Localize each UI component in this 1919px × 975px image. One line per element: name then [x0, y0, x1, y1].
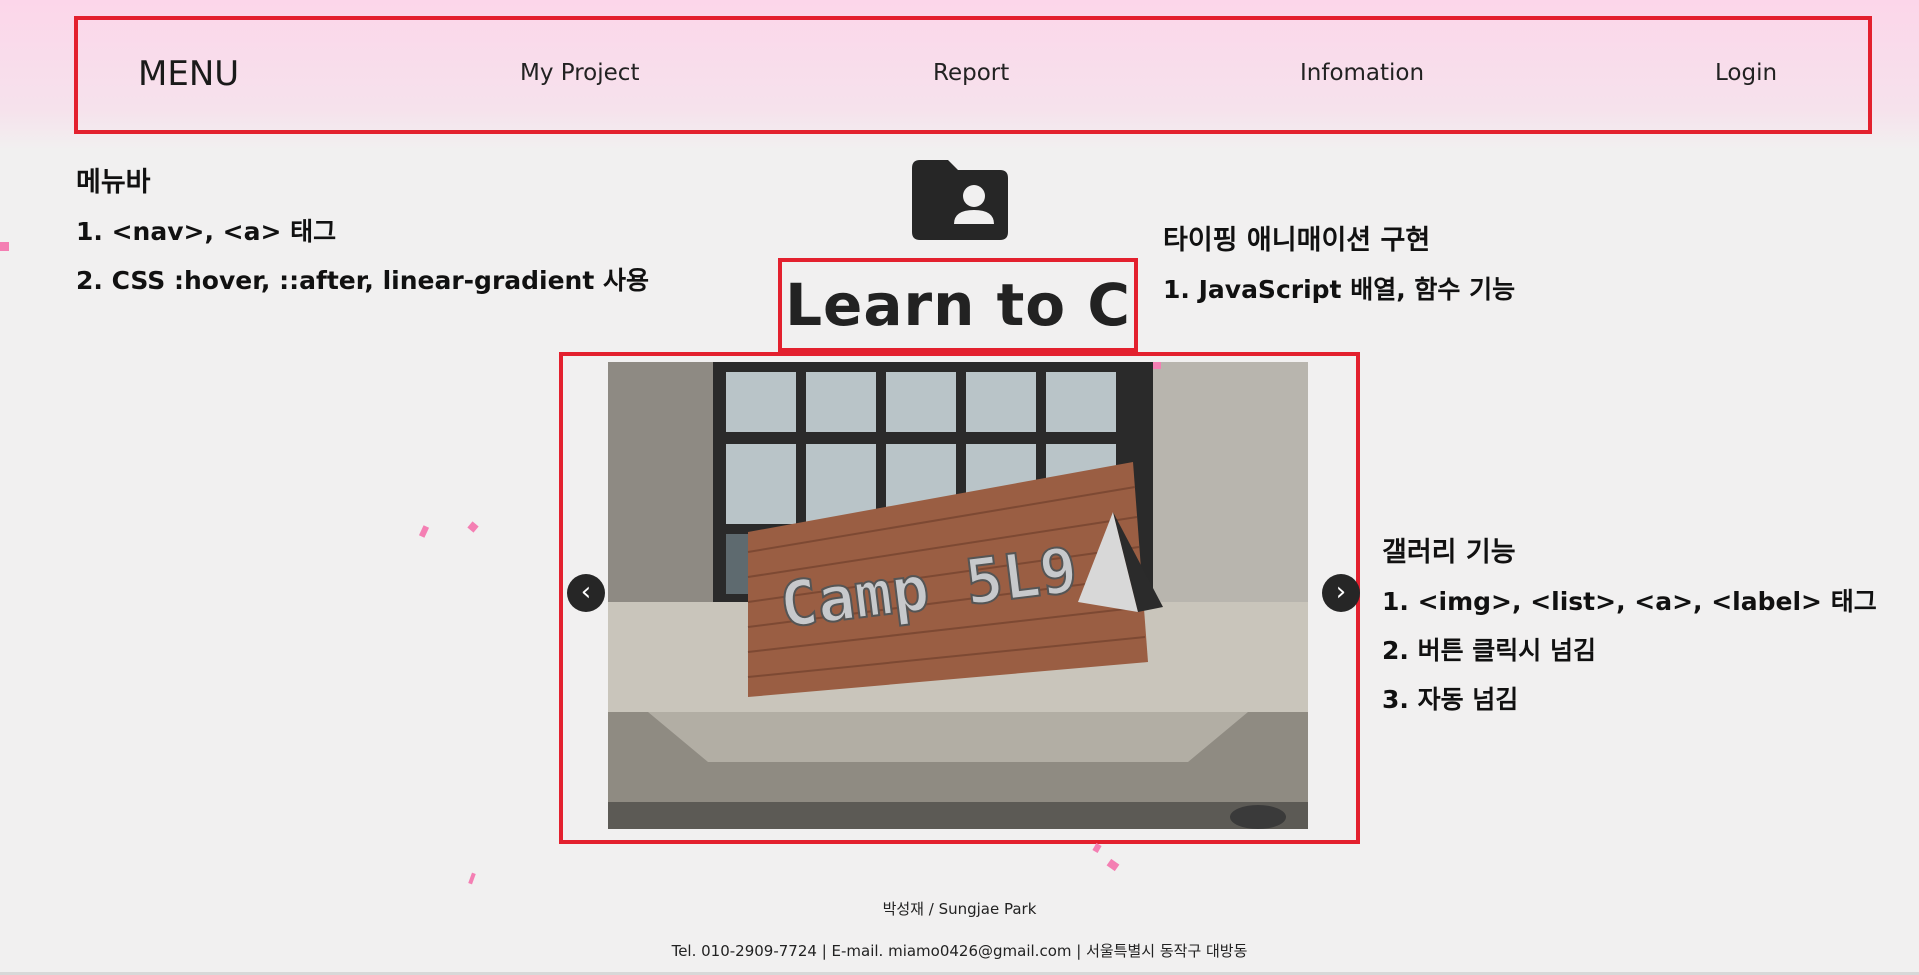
menu-title: MENU	[138, 54, 240, 94]
menubar-annotation: 메뉴바 1. <nav>, <a> 태그 2. CSS :hover, ::af…	[76, 158, 649, 305]
gallery-annotation: 갤러리 기능 1. <img>, <list>, <a>, <label> 태그…	[1382, 528, 1877, 724]
chevron-left-icon: ‹	[580, 577, 592, 607]
nav-link-login[interactable]: Login	[1715, 60, 1777, 86]
gallery-prev-button[interactable]: ‹	[567, 574, 605, 612]
typing-annotation-title: 타이핑 애니매이션 구현	[1163, 225, 1431, 256]
typing-annotation: 타이핑 애니매이션 구현 1. JavaScript 배열, 함수 기능	[1163, 216, 1515, 314]
gallery-annotation-title: 갤러리 기능	[1382, 537, 1516, 568]
building-photo: Camp 5L9	[608, 362, 1308, 829]
typing-title: Learn to C	[785, 271, 1131, 339]
page: MENU My Project Report Infomation Login …	[0, 0, 1919, 975]
nav-link-my-project[interactable]: My Project	[520, 60, 639, 86]
gallery-next-button[interactable]: ›	[1322, 574, 1360, 612]
confetti-piece	[468, 872, 476, 885]
menubar-annotation-item: 2. CSS :hover, ::after, linear-gradient …	[76, 266, 650, 295]
nav-bar: MENU My Project Report Infomation Login	[74, 16, 1872, 134]
gallery-slide-image: Camp 5L9	[608, 362, 1308, 829]
footer-contact: Tel. 010-2909-7724 | E-mail. miamo0426@g…	[671, 942, 1248, 960]
confetti-piece	[1153, 362, 1161, 369]
nav-link-report[interactable]: Report	[933, 60, 1009, 86]
folder-user-icon	[912, 160, 1008, 240]
gallery-annotation-item: 2. 버튼 클릭시 넘김	[1382, 636, 1597, 665]
confetti-piece	[467, 521, 479, 533]
confetti-piece	[0, 242, 9, 251]
chevron-right-icon: ›	[1335, 577, 1347, 607]
confetti-piece	[1106, 858, 1120, 872]
nav-link-infomation[interactable]: Infomation	[1300, 60, 1424, 86]
confetti-piece	[418, 525, 430, 538]
typing-annotation-item: 1. JavaScript 배열, 함수 기능	[1163, 275, 1516, 304]
confetti-piece	[1092, 843, 1102, 853]
gallery: Camp 5L9 ‹ ›	[559, 352, 1360, 844]
typing-title-box: Learn to C	[778, 258, 1138, 352]
footer-name: 박성재 / Sungjae Park	[882, 900, 1037, 918]
gallery-annotation-item: 1. <img>, <list>, <a>, <label> 태그	[1382, 587, 1877, 616]
menubar-annotation-item: 1. <nav>, <a> 태그	[76, 217, 337, 246]
gallery-annotation-item: 3. 자동 넘김	[1382, 685, 1519, 714]
menubar-annotation-title: 메뉴바	[76, 167, 151, 198]
